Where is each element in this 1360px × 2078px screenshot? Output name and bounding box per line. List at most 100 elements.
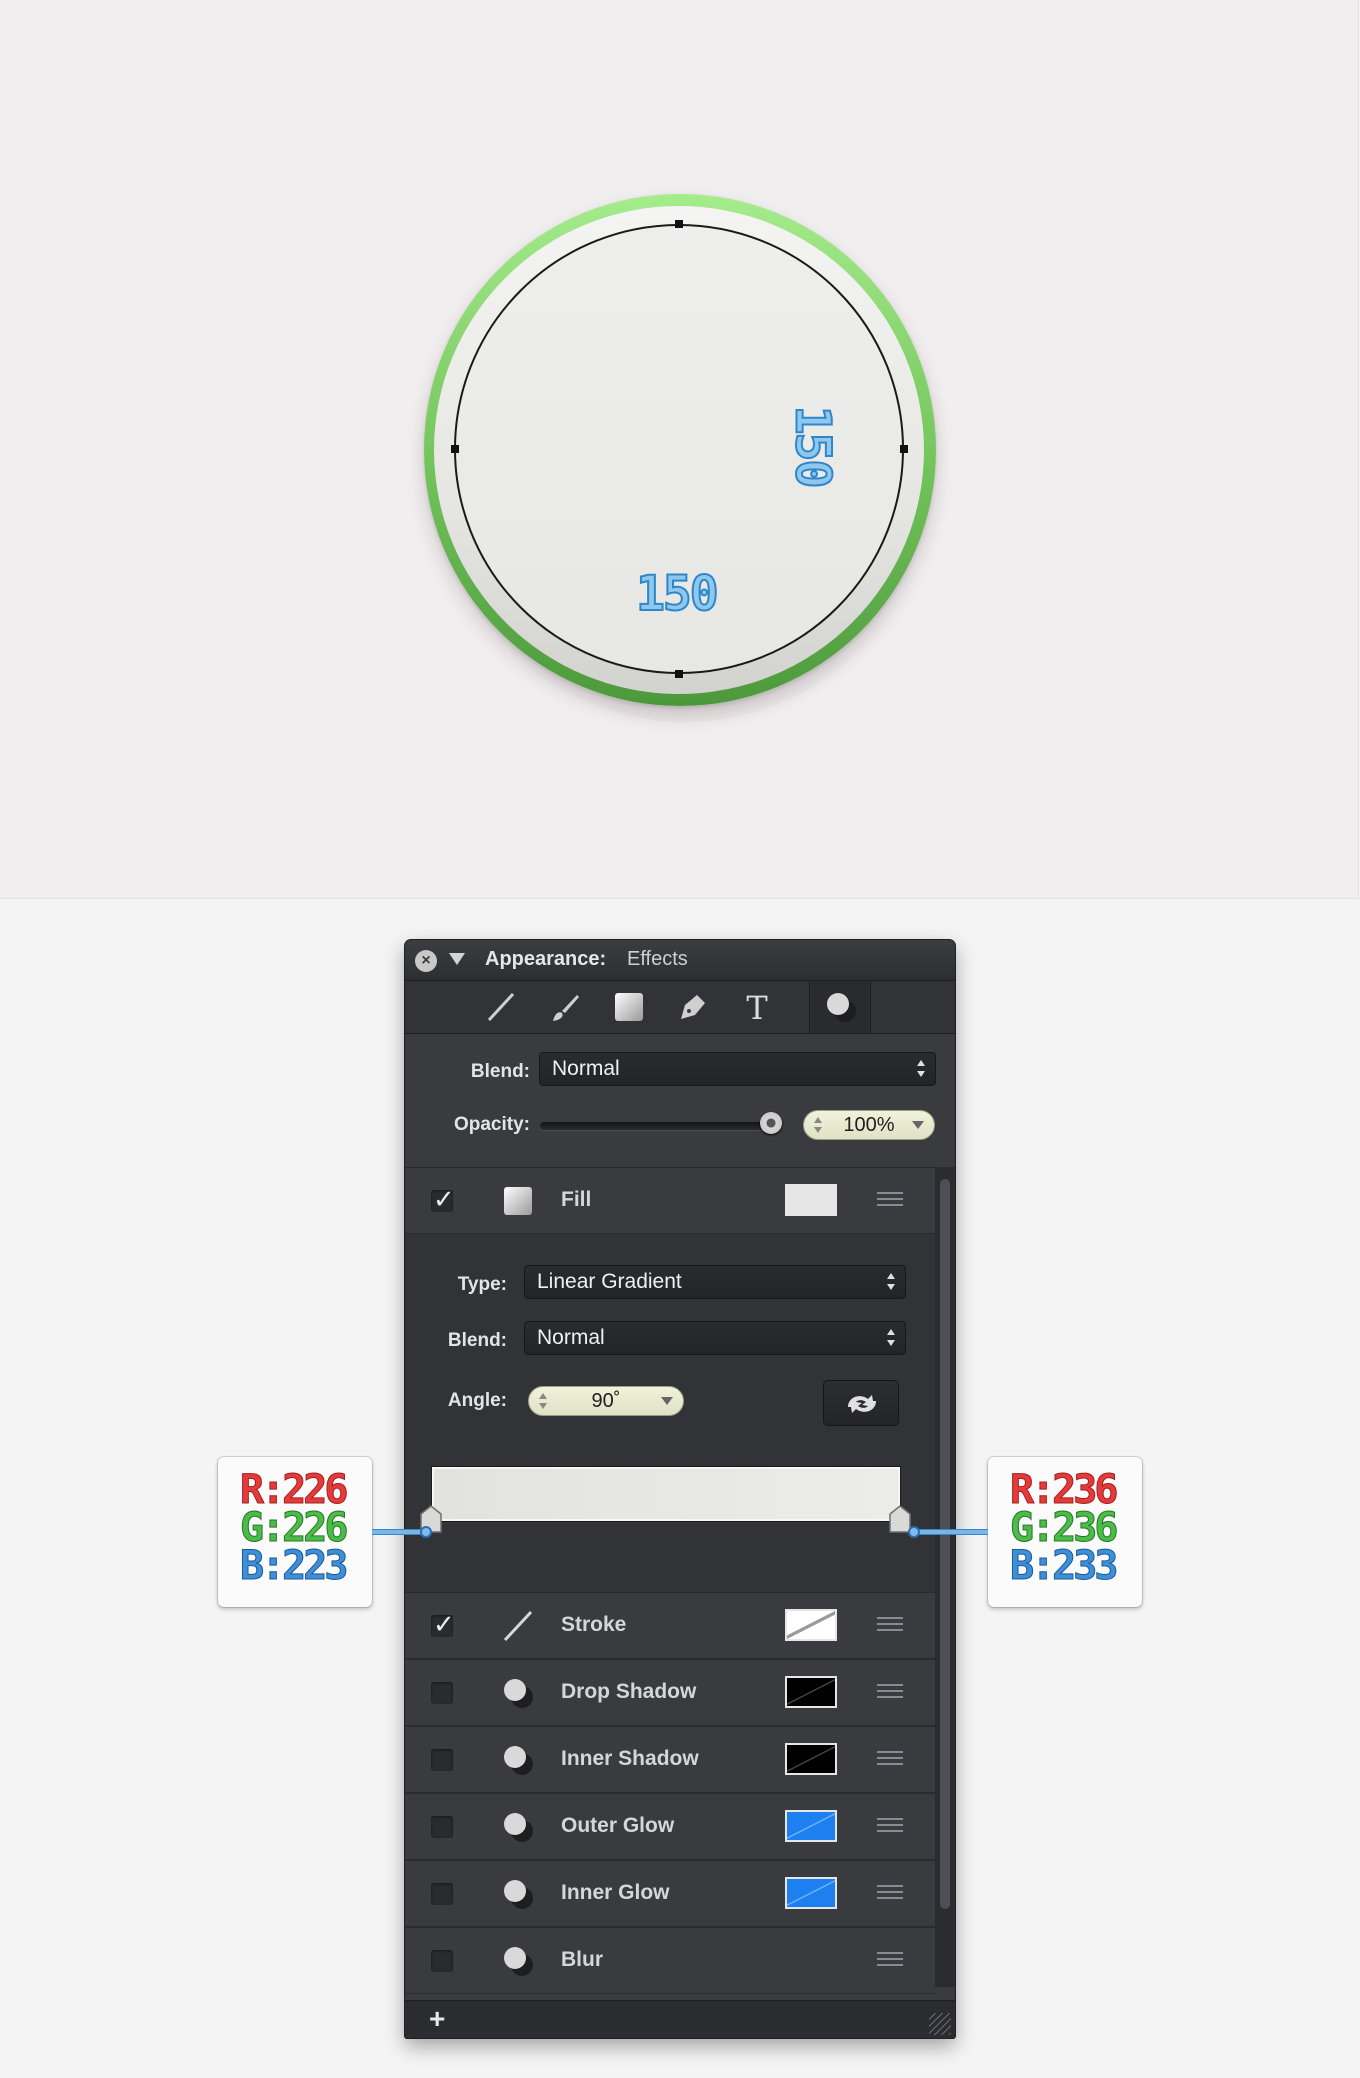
drag-handle-icon[interactable] xyxy=(877,1952,903,1968)
stroke-checkbox[interactable] xyxy=(431,1609,455,1640)
left-blue-value: B:223 xyxy=(240,1543,349,1589)
list-item-inner-glow[interactable]: Inner Glow xyxy=(405,1860,935,1927)
left-color-callout: R:226 G:226 B:223 xyxy=(218,1457,372,1607)
artboard-canvas: 150 150 xyxy=(0,0,1359,899)
fill-label: Fill xyxy=(561,1188,592,1211)
angle-value: 90˚ xyxy=(591,1390,621,1412)
blend-label: Blend: xyxy=(470,1061,530,1082)
right-green-value: G:236 xyxy=(1010,1505,1119,1551)
scrollbar[interactable] xyxy=(935,1167,955,1987)
drag-handle-icon[interactable] xyxy=(877,1192,903,1208)
gradient-type-value: Linear Gradient xyxy=(537,1270,682,1293)
list-item-outer-glow[interactable]: Outer Glow xyxy=(405,1793,935,1860)
drop-shadow-label: Drop Shadow xyxy=(561,1680,697,1703)
fill-color-swatch[interactable] xyxy=(785,1184,837,1216)
reverse-gradient-button[interactable] xyxy=(823,1380,899,1426)
effects-tool-icon[interactable] xyxy=(809,981,871,1033)
effect-icon xyxy=(504,1947,533,1976)
select-arrows-icon xyxy=(887,1326,895,1350)
fill-icon xyxy=(504,1187,532,1215)
opacity-slider-track[interactable] xyxy=(540,1122,778,1130)
brush-tool-icon[interactable] xyxy=(533,981,595,1033)
tool-tabs: T xyxy=(405,981,955,1034)
list-item-blur[interactable]: Blur xyxy=(405,1927,935,1994)
anchor-left[interactable] xyxy=(451,445,459,453)
fill-blend-label: Blend: xyxy=(447,1330,507,1351)
add-effect-button[interactable]: + xyxy=(429,2003,445,2035)
stroke-label: Stroke xyxy=(561,1613,627,1636)
inner-shadow-label: Inner Shadow xyxy=(561,1747,699,1770)
drop-shadow-color-swatch[interactable] xyxy=(785,1676,837,1708)
right-color-callout: R:236 G:236 B:233 xyxy=(988,1457,1142,1607)
stepper-arrows-icon[interactable] xyxy=(539,1391,547,1411)
disclosure-triangle-icon[interactable] xyxy=(449,953,465,965)
panel-title: Appearance: xyxy=(485,948,607,970)
swap-arrows-icon xyxy=(848,1395,876,1413)
panel-subtitle: Effects xyxy=(627,948,688,970)
blur-label: Blur xyxy=(561,1948,603,1971)
height-dimension-label: 150 xyxy=(783,405,841,488)
opacity-stepper[interactable]: 100% xyxy=(803,1110,935,1140)
svg-text:T: T xyxy=(746,991,768,1023)
drag-handle-icon[interactable] xyxy=(877,1751,903,1767)
drag-handle-icon[interactable] xyxy=(877,1617,903,1633)
select-arrows-icon xyxy=(917,1057,925,1081)
panel-bottom-bar: + xyxy=(405,2000,955,2038)
blur-checkbox[interactable] xyxy=(431,1950,453,1972)
resize-grip-icon[interactable] xyxy=(929,2013,951,2035)
stroke-color-swatch[interactable] xyxy=(785,1609,837,1641)
inner-shadow-color-swatch[interactable] xyxy=(785,1743,837,1775)
stroke-icon xyxy=(503,1610,533,1642)
angle-stepper[interactable]: 90˚ xyxy=(528,1386,684,1416)
gradient-preview-bar[interactable] xyxy=(431,1466,901,1522)
list-item-fill[interactable]: Fill xyxy=(405,1167,935,1234)
drag-handle-icon[interactable] xyxy=(877,1818,903,1834)
line-tool-icon[interactable] xyxy=(469,981,531,1033)
inner-shadow-checkbox[interactable] xyxy=(431,1749,453,1771)
close-icon[interactable]: × xyxy=(415,950,437,972)
right-connector-dot xyxy=(908,1526,920,1538)
stepper-arrows-icon[interactable] xyxy=(814,1115,822,1135)
right-red-value: R:236 xyxy=(1010,1467,1119,1513)
fill-blend-select[interactable]: Normal xyxy=(524,1321,906,1355)
select-arrows-icon xyxy=(887,1270,895,1294)
panel-titlebar: × Appearance: Effects xyxy=(405,940,955,981)
effect-icon xyxy=(504,1679,533,1708)
inner-glow-label: Inner Glow xyxy=(561,1881,670,1904)
list-item-inner-shadow[interactable]: Inner Shadow xyxy=(405,1726,935,1793)
appearance-panel: × Appearance: Effects T Blend: Normal Op… xyxy=(405,940,955,2038)
scrollbar-thumb[interactable] xyxy=(940,1179,950,1909)
effect-icon xyxy=(504,1880,533,1909)
blend-select-value: Normal xyxy=(552,1057,620,1080)
angle-label: Angle: xyxy=(447,1390,507,1411)
opacity-slider-knob[interactable] xyxy=(760,1112,782,1134)
dropdown-arrow-icon[interactable] xyxy=(661,1397,673,1405)
rectangle-tool-icon[interactable] xyxy=(597,981,659,1033)
drop-shadow-checkbox[interactable] xyxy=(431,1682,453,1704)
inner-glow-color-swatch[interactable] xyxy=(785,1877,837,1909)
fill-settings: Type: Linear Gradient Blend: Normal Angl… xyxy=(405,1234,935,1592)
gradient-type-select[interactable]: Linear Gradient xyxy=(524,1265,906,1299)
effect-icon xyxy=(504,1813,533,1842)
opacity-label: Opacity: xyxy=(453,1114,530,1135)
anchor-top[interactable] xyxy=(675,220,683,228)
fill-checkbox[interactable] xyxy=(431,1184,455,1215)
text-tool-icon[interactable]: T xyxy=(725,981,787,1033)
list-item-drop-shadow[interactable]: Drop Shadow xyxy=(405,1659,935,1726)
anchor-right[interactable] xyxy=(900,445,908,453)
inner-glow-checkbox[interactable] xyxy=(431,1883,453,1905)
left-red-value: R:226 xyxy=(240,1467,349,1513)
outer-glow-color-swatch[interactable] xyxy=(785,1810,837,1842)
list-item-stroke[interactable]: Stroke xyxy=(405,1592,935,1659)
pen-tool-icon[interactable] xyxy=(661,981,723,1033)
blend-select[interactable]: Normal xyxy=(539,1052,936,1086)
outer-glow-checkbox[interactable] xyxy=(431,1816,453,1838)
effect-icon xyxy=(504,1746,533,1775)
drag-handle-icon[interactable] xyxy=(877,1684,903,1700)
drag-handle-icon[interactable] xyxy=(877,1885,903,1901)
fill-blend-value: Normal xyxy=(537,1326,605,1349)
left-green-value: G:226 xyxy=(240,1505,349,1551)
anchor-bottom[interactable] xyxy=(675,670,683,678)
width-dimension-label: 150 xyxy=(635,565,720,623)
dropdown-arrow-icon[interactable] xyxy=(912,1121,924,1129)
